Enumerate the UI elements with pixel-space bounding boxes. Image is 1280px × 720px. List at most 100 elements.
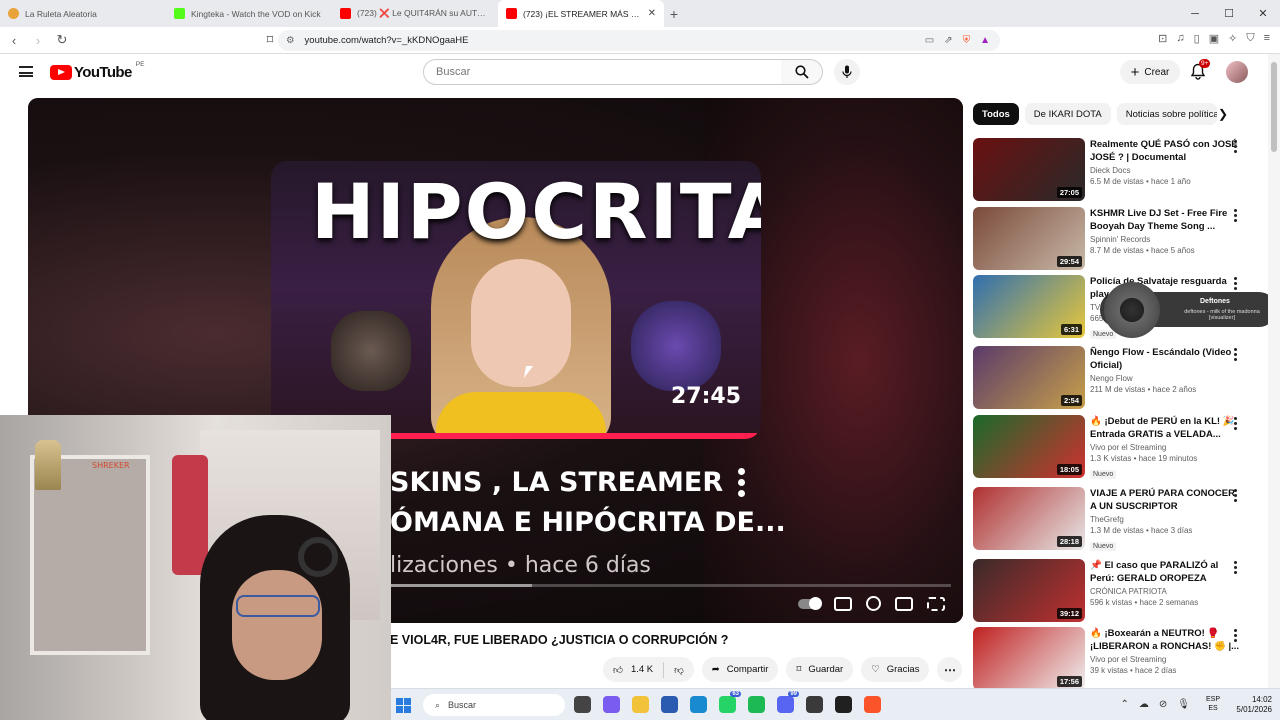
video-thumbnail[interactable]: 17:56: [973, 627, 1085, 690]
more-actions-button[interactable]: ⋯: [937, 657, 963, 682]
back-icon[interactable]: ‹: [4, 33, 24, 48]
now-playing-popup[interactable]: Deftones deftones - milk of the madonna …: [1100, 282, 1276, 338]
edge-icon[interactable]: [690, 696, 707, 713]
video-thumbnail[interactable]: 2:54: [973, 346, 1085, 409]
chip-ikari-dota[interactable]: De IKARI DOTA: [1024, 103, 1111, 125]
more-options-icon[interactable]: [1234, 277, 1238, 292]
video-title[interactable]: KSHMR Live DJ Set - Free Fire Booyah Day…: [1090, 207, 1240, 233]
taskview-icon[interactable]: [574, 696, 591, 713]
search-input[interactable]: Buscar: [423, 59, 782, 85]
video-title[interactable]: VIAJE A PERÚ PARA CONOCER A UN SUSCRIPTO…: [1090, 487, 1240, 513]
video-title[interactable]: 🔥 ¡Debut de PERÚ en la KL! 🎉 Entrada GRA…: [1090, 415, 1240, 441]
more-options-icon[interactable]: [1234, 348, 1238, 363]
close-window-icon[interactable]: ✕: [1246, 0, 1280, 27]
minimize-icon[interactable]: ─: [1178, 0, 1212, 27]
forward-icon[interactable]: ›: [28, 33, 48, 48]
more-options-icon[interactable]: [1234, 417, 1238, 432]
copilot-icon[interactable]: [603, 696, 620, 713]
video-title[interactable]: Realmente QUÉ PASÓ con JOSÉ JOSÉ ? | Doc…: [1090, 138, 1240, 164]
browser-tab-2[interactable]: Kingteka - Watch the VOD on Kick: [166, 0, 332, 27]
menu-icon[interactable]: ≡: [1264, 32, 1270, 45]
whatsapp-icon[interactable]: 63: [719, 691, 741, 713]
site-info-icon[interactable]: ⚙: [286, 35, 295, 46]
overlay-more-icon[interactable]: [738, 468, 746, 501]
recommendation-item[interactable]: 17:56 🔥 ¡Boxearán a NEUTRO! 🥊 ¡LIBERARON …: [973, 627, 1263, 691]
fullscreen-icon[interactable]: [927, 596, 945, 611]
cast-icon[interactable]: ▭: [925, 35, 934, 46]
hamburger-menu-icon[interactable]: [19, 66, 33, 77]
channel-name[interactable]: Spinnin' Records: [1090, 235, 1240, 244]
chevron-right-icon[interactable]: ❯: [1218, 107, 1228, 121]
vpn-icon[interactable]: ⛉: [1246, 32, 1254, 45]
more-options-icon[interactable]: [1234, 629, 1238, 644]
vpn-tray-icon[interactable]: ⊘: [1159, 699, 1167, 710]
video-thumbnail[interactable]: 18:05: [973, 415, 1085, 478]
dislike-button[interactable]: 👎︎: [664, 664, 694, 676]
create-button[interactable]: + Crear: [1120, 60, 1180, 84]
like-button[interactable]: 👍︎ 1.4 K: [603, 661, 665, 678]
close-tab-icon[interactable]: ✕: [648, 8, 656, 19]
screenshot-icon[interactable]: ⊡: [1158, 32, 1167, 45]
channel-name[interactable]: Dieck Docs: [1090, 166, 1240, 175]
save-button[interactable]: ⌑ Guardar: [786, 657, 854, 682]
channel-name[interactable]: TheGrefg: [1090, 515, 1240, 524]
microphone-icon[interactable]: 🎙︎: [1177, 699, 1190, 710]
video-title[interactable]: 🔥 ¡Boxearán a NEUTRO! 🥊 ¡LIBERARON a RON…: [1090, 627, 1240, 653]
reload-icon[interactable]: ↻: [52, 32, 72, 48]
recommendation-item[interactable]: 28:18 VIAJE A PERÚ PARA CONOCER A UN SUSC…: [973, 487, 1263, 551]
store-icon[interactable]: [661, 696, 678, 713]
autoplay-toggle[interactable]: [798, 596, 822, 610]
voice-search-button[interactable]: [834, 59, 860, 85]
chip-todos[interactable]: Todos: [973, 103, 1019, 125]
obs-icon[interactable]: [835, 696, 852, 713]
scrollbar-thumb[interactable]: [1271, 62, 1277, 152]
video-thumbnail[interactable]: 27:05: [973, 138, 1085, 201]
windows-start-icon[interactable]: [396, 698, 411, 713]
browser-tab-3[interactable]: (723) ❌ Le QUIT4RÁN su AUTO...: [332, 0, 498, 27]
rewards-icon[interactable]: ▲: [980, 35, 990, 46]
clock[interactable]: 14:02 5/01/2026: [1236, 695, 1272, 715]
thanks-button[interactable]: ♡ Gracias: [861, 657, 930, 682]
channel-name[interactable]: Vivo por el Streaming: [1090, 655, 1240, 664]
spotify-icon[interactable]: [748, 696, 765, 713]
subtitles-icon[interactable]: [834, 596, 852, 611]
more-options-icon[interactable]: [1234, 140, 1238, 155]
video-thumbnail[interactable]: 28:18: [973, 487, 1085, 550]
chip-politica[interactable]: Noticias sobre política: [1116, 103, 1217, 125]
avatar[interactable]: [1226, 61, 1248, 83]
cloud-icon[interactable]: ☁: [1139, 699, 1149, 710]
channel-name[interactable]: Vivo por el Streaming: [1090, 443, 1240, 452]
miniplayer-icon[interactable]: [895, 596, 913, 611]
endscreen-thumbnail[interactable]: HIPOCRITA 27:45: [271, 161, 761, 439]
recommendation-item[interactable]: 29:54 KSHMR Live DJ Set - Free Fire Booya…: [973, 207, 1263, 271]
search-button[interactable]: [781, 59, 823, 85]
channel-name[interactable]: CRÓNICA PATRIOTA: [1090, 587, 1240, 596]
new-tab-button[interactable]: +: [664, 0, 684, 27]
brave-icon[interactable]: [864, 696, 881, 713]
browser-tab-4-active[interactable]: (723) ¡EL STREAMER MÁS EN... ✕: [498, 0, 664, 27]
youtube-logo[interactable]: YouTube PE: [50, 61, 144, 81]
discord-icon[interactable]: 99: [777, 691, 799, 713]
app-icon[interactable]: [806, 696, 823, 713]
share-button[interactable]: ➦ Compartir: [701, 657, 779, 682]
recommendation-item[interactable]: 27:05 Realmente QUÉ PASÓ con JOSÉ JOSÉ ? …: [973, 138, 1263, 202]
file-explorer-icon[interactable]: [632, 696, 649, 713]
url-field[interactable]: ⚙ youtube.com/watch?v=_kKDNOgaaHE ▭ ⇗ ⛨ ▲: [278, 30, 1000, 51]
music-icon[interactable]: ♫: [1176, 32, 1184, 45]
channel-name[interactable]: Nengo Flow: [1090, 374, 1240, 383]
more-options-icon[interactable]: [1234, 209, 1238, 224]
video-title[interactable]: Ñengo Flow - Escándalo (Video Oficial): [1090, 346, 1240, 372]
notifications-button[interactable]: 9+: [1190, 59, 1211, 81]
chevron-up-icon[interactable]: ⌃: [1121, 699, 1129, 710]
language-indicator[interactable]: ESP ES: [1206, 695, 1220, 713]
video-title[interactable]: 📌 El caso que PARALIZÓ al Perú: GERALD O…: [1090, 559, 1240, 585]
video-thumbnail[interactable]: 29:54: [973, 207, 1085, 270]
more-options-icon[interactable]: [1234, 561, 1238, 576]
recommendation-item[interactable]: 2:54 Ñengo Flow - Escándalo (Video Oficia…: [973, 346, 1263, 410]
settings-icon[interactable]: [866, 596, 881, 611]
wallet-icon[interactable]: ▣: [1209, 32, 1219, 45]
recommendation-item[interactable]: 39:12 📌 El caso que PARALIZÓ al Perú: GER…: [973, 559, 1263, 623]
bookmark-icon[interactable]: ⌑: [260, 32, 280, 48]
brave-shield-icon[interactable]: ⛨: [963, 35, 971, 46]
leo-icon[interactable]: ✧: [1228, 32, 1237, 45]
